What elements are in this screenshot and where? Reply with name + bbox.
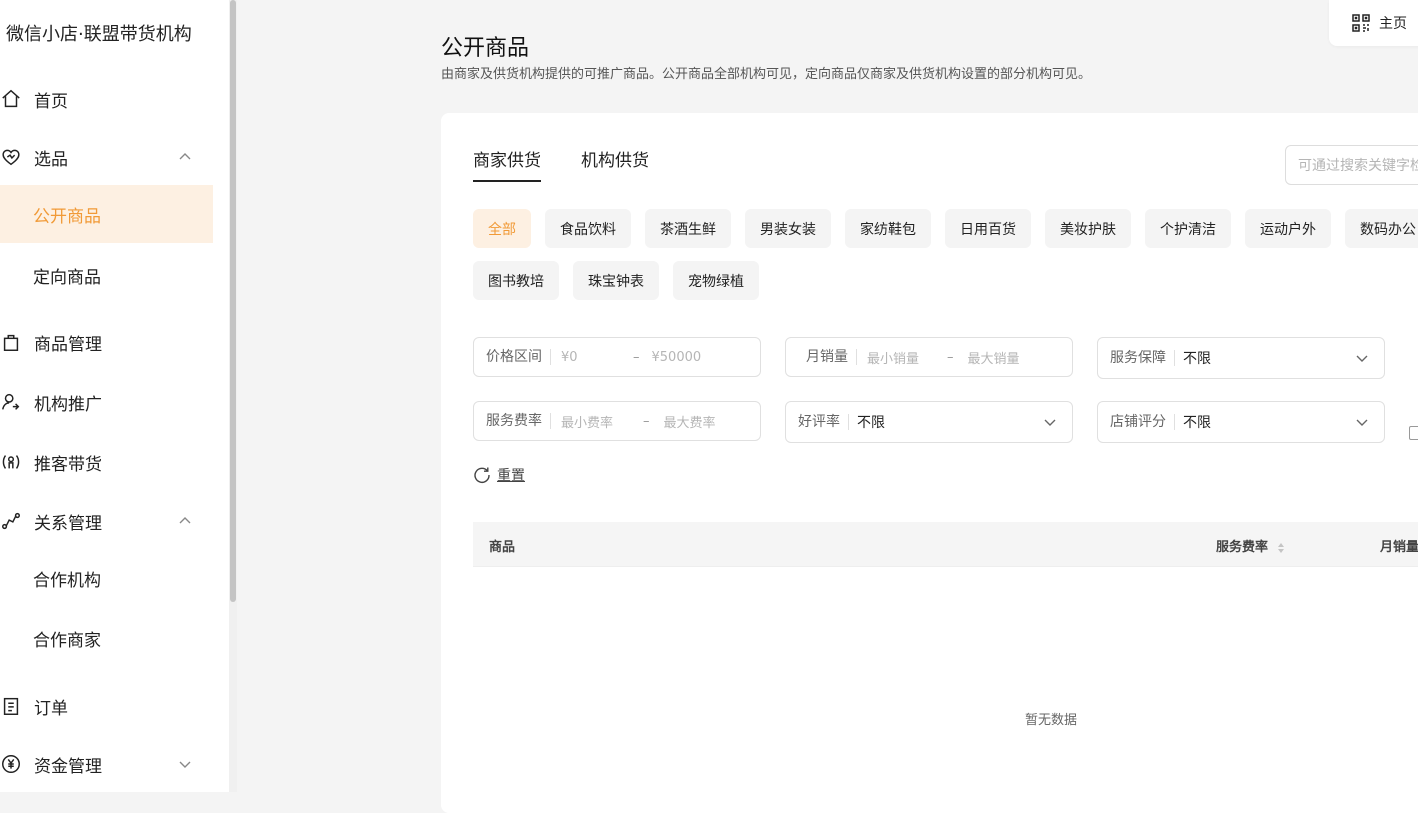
price-min-input[interactable]: ¥0 xyxy=(561,350,623,365)
sales-min-input[interactable]: 最小销量 xyxy=(867,348,945,367)
sidebar-item-funds[interactable]: 资金管理 xyxy=(0,735,213,792)
home-label: 主页 xyxy=(1379,16,1407,32)
rate-min-input[interactable]: 最小费率 xyxy=(561,412,641,431)
sales-max-input[interactable]: 最大销量 xyxy=(968,348,1020,367)
filter-checkbox[interactable] xyxy=(1409,426,1418,440)
table-header: 商品 服务费率 月销量 xyxy=(473,522,1418,567)
price-max-input[interactable]: ¥50000 xyxy=(652,350,702,365)
yuan-icon xyxy=(0,753,22,775)
category-books-education[interactable]: 图书教培 xyxy=(473,261,559,300)
rating-label: 好评率 xyxy=(786,414,849,430)
service-guarantee-select[interactable]: 服务保障 不限 xyxy=(1097,337,1385,379)
price-range-filter[interactable]: 价格区间 ¥0 – ¥50000 xyxy=(473,337,761,377)
home-button[interactable]: 主页 xyxy=(1329,0,1418,46)
sidebar-item-label: 订单 xyxy=(34,698,68,719)
sidebar-item-label: 关系管理 xyxy=(34,513,102,534)
service-rate-filter[interactable]: 服务费率 最小费率 – 最大费率 xyxy=(473,401,761,441)
sidebar-item-agency-promotion[interactable]: 机构推广 xyxy=(0,373,213,431)
tab-merchant-supply[interactable]: 商家供货 xyxy=(473,146,541,182)
refresh-icon xyxy=(474,467,490,484)
empty-state-text: 暂无数据 xyxy=(1025,713,1078,728)
category-pets-plants[interactable]: 宠物绿植 xyxy=(673,261,759,300)
chevron-down-icon[interactable] xyxy=(177,756,193,772)
category-personal-care[interactable]: 个护清洁 xyxy=(1145,209,1231,248)
monthly-sales-label: 月销量 xyxy=(786,349,857,365)
sidebar-scrollbar-thumb[interactable] xyxy=(230,0,236,602)
qrcode-icon xyxy=(1352,14,1370,32)
sidebar-item-label: 商品管理 xyxy=(34,334,102,355)
sidebar-item-public-products[interactable]: 公开商品 xyxy=(0,185,213,243)
sidebar-item-product-management[interactable]: 商品管理 xyxy=(0,313,213,371)
chevron-down-icon xyxy=(1356,419,1368,426)
sidebar-item-targeted-products[interactable]: 定向商品 xyxy=(0,246,213,304)
category-sports-outdoor[interactable]: 运动户外 xyxy=(1245,209,1331,248)
sidebar-item-relations[interactable]: 关系管理 xyxy=(0,492,213,550)
sidebar-item-label: 首页 xyxy=(34,91,68,112)
heart-check-icon xyxy=(0,146,22,168)
column-label: 服务费率 xyxy=(1216,540,1269,555)
sidebar-item-promoter-sales[interactable]: 推客带货 xyxy=(0,433,213,491)
sidebar-item-partner-merchants[interactable]: 合作商家 xyxy=(0,609,213,667)
range-dash: – xyxy=(633,349,640,365)
sidebar-item-label: 选品 xyxy=(34,149,68,170)
service-guarantee-label: 服务保障 xyxy=(1098,350,1175,366)
page-description: 由商家及供货机构提供的可推广商品。公开商品全部机构可见，定向商品仅商家及供货机构… xyxy=(441,67,1092,82)
chevron-up-icon[interactable] xyxy=(177,149,193,165)
chevron-up-icon[interactable] xyxy=(177,513,193,529)
rating-select[interactable]: 好评率 不限 xyxy=(785,401,1073,443)
category-apparel[interactable]: 男装女装 xyxy=(745,209,831,248)
price-range-label: 价格区间 xyxy=(474,349,551,365)
chevron-down-icon xyxy=(1044,419,1056,426)
search-input[interactable]: 可通过搜索关键字检 xyxy=(1285,145,1418,185)
sidebar-item-orders[interactable]: 订单 xyxy=(0,677,213,735)
range-dash: – xyxy=(947,349,954,365)
order-icon xyxy=(0,695,22,717)
service-rate-label: 服务费率 xyxy=(474,413,551,429)
column-monthly-sales[interactable]: 月销量 xyxy=(1380,536,1418,555)
category-all[interactable]: 全部 xyxy=(473,209,531,248)
category-daily-goods[interactable]: 日用百货 xyxy=(945,209,1031,248)
monthly-sales-filter[interactable]: 月销量 最小销量 – 最大销量 xyxy=(785,337,1073,377)
user-share-icon xyxy=(0,391,22,413)
store-score-value: 不限 xyxy=(1183,415,1211,431)
reset-button[interactable]: 重置 xyxy=(473,465,525,485)
shopping-bag-icon xyxy=(0,331,22,353)
store-score-label: 店铺评分 xyxy=(1098,414,1175,430)
category-jewelry-watches[interactable]: 珠宝钟表 xyxy=(573,261,659,300)
sort-icon[interactable] xyxy=(1277,542,1285,554)
sidebar-item-label: 资金管理 xyxy=(34,756,102,777)
page-title: 公开商品 xyxy=(441,36,530,61)
sidebar-item-partner-agencies[interactable]: 合作机构 xyxy=(0,549,213,607)
relation-icon xyxy=(0,510,22,532)
home-icon xyxy=(0,88,22,110)
sidebar: 微信小店·联盟带货机构 首页 选品 公开商品 定向商品 商品管理 机构推广 推客… xyxy=(0,0,229,792)
column-service-rate[interactable]: 服务费率 xyxy=(1216,536,1285,555)
brand-title: 微信小店·联盟带货机构 xyxy=(6,24,192,45)
store-score-select[interactable]: 店铺评分 不限 xyxy=(1097,401,1385,443)
category-digital-office[interactable]: 数码办公 xyxy=(1345,209,1418,248)
column-product: 商品 xyxy=(489,540,516,555)
service-guarantee-value: 不限 xyxy=(1183,351,1211,367)
reset-label: 重置 xyxy=(497,468,525,484)
sidebar-item-selection[interactable]: 选品 xyxy=(0,128,213,186)
range-dash: – xyxy=(643,413,650,429)
category-textiles-shoes-bags[interactable]: 家纺鞋包 xyxy=(845,209,931,248)
person-broadcast-icon xyxy=(0,451,22,473)
search-placeholder: 可通过搜索关键字检 xyxy=(1298,158,1418,174)
category-tea-wine-fresh[interactable]: 茶酒生鲜 xyxy=(645,209,731,248)
category-food-drinks[interactable]: 食品饮料 xyxy=(545,209,631,248)
tab-agency-supply[interactable]: 机构供货 xyxy=(581,146,649,171)
sidebar-item-home[interactable]: 首页 xyxy=(0,70,213,128)
sidebar-item-label: 机构推广 xyxy=(34,394,102,415)
chevron-down-icon xyxy=(1356,355,1368,362)
category-beauty-skincare[interactable]: 美妆护肤 xyxy=(1045,209,1131,248)
rating-value: 不限 xyxy=(857,415,885,431)
rate-max-input[interactable]: 最大费率 xyxy=(664,412,716,431)
sidebar-item-label: 推客带货 xyxy=(34,454,102,475)
